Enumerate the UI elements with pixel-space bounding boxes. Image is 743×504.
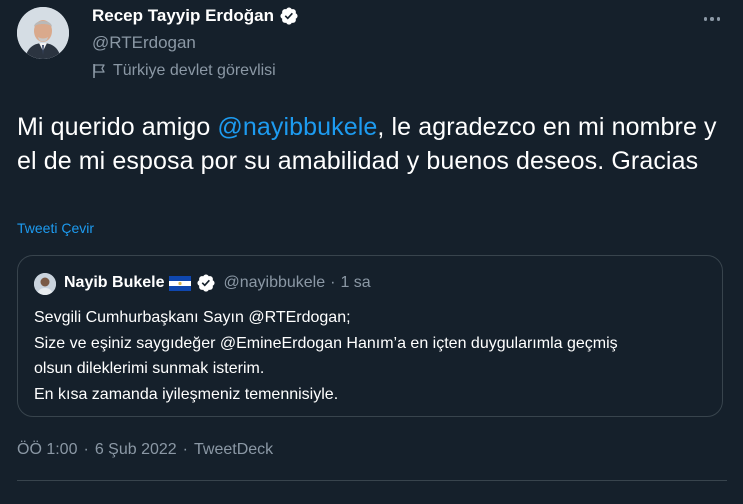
tweet-text: Mi querido amigo @nayibbukele, le agrade… xyxy=(17,111,717,178)
more-dot-icon xyxy=(710,17,714,21)
quoted-author-handle[interactable]: @nayibbukele xyxy=(223,274,325,292)
more-dot-icon xyxy=(716,17,721,21)
quoted-tweet-time[interactable]: 1 sa xyxy=(340,274,370,292)
quoted-tweet-text: Sevgili Cumhurbaşkanı Sayın @RTErdogan; … xyxy=(34,305,714,407)
more-dot-icon xyxy=(703,17,708,21)
tweet-source[interactable]: TweetDeck xyxy=(194,441,273,459)
quoted-avatar-portrait-icon xyxy=(34,273,56,295)
separator-dot: · xyxy=(83,441,89,458)
quoted-tweet-line: En kısa zamanda iyileşmeniz temennisiyle… xyxy=(34,385,339,403)
flag-outline-icon xyxy=(93,64,105,78)
separator-dot: · xyxy=(330,274,336,291)
divider xyxy=(17,480,727,481)
tweet-metadata: ÖÖ 1:00 · 6 Şub 2022 · TweetDeck xyxy=(17,441,273,459)
translate-tweet-link[interactable]: Tweeti Çevir xyxy=(17,220,94,236)
quoted-tweet-line: Sevgili Cumhurbaşkanı Sayın @RTErdogan; xyxy=(34,309,351,326)
tweet-time[interactable]: ÖÖ 1:00 xyxy=(17,441,77,459)
quoted-tweet[interactable]: Nayib Bukele @nayibbukele · 1 sa Sevgili… xyxy=(17,255,723,417)
quoted-tweet-line: olsun dileklerimi sunmak isterim. xyxy=(34,360,265,377)
government-label[interactable]: Türkiye devlet görevlisi xyxy=(92,62,276,80)
verified-badge-icon xyxy=(197,274,216,292)
author-handle[interactable]: @RTErdogan xyxy=(92,33,196,53)
government-label-text: Türkiye devlet görevlisi xyxy=(113,62,276,79)
mention-link[interactable]: @nayibbukele xyxy=(217,113,377,141)
separator-dot: · xyxy=(182,441,188,458)
tweet-date[interactable]: 6 Şub 2022 xyxy=(95,441,177,459)
tweet-text-start: Mi querido amigo xyxy=(17,113,218,141)
author-name-text[interactable]: Recep Tayyip Erdoğan xyxy=(92,6,274,26)
quoted-tweet-line: Size ve eşiniz saygıdeğer @EmineErdogan … xyxy=(34,334,618,352)
author-name[interactable]: Recep Tayyip Erdoğan xyxy=(92,6,299,26)
el-salvador-flag-icon xyxy=(169,275,192,291)
more-options-button[interactable] xyxy=(697,4,727,34)
author-avatar[interactable] xyxy=(17,7,69,59)
quoted-author-avatar[interactable] xyxy=(34,273,56,295)
quoted-tweet-header: Nayib Bukele @nayibbukele · 1 sa xyxy=(64,273,371,293)
quoted-author-name[interactable]: Nayib Bukele xyxy=(64,274,164,292)
avatar-portrait-icon xyxy=(17,7,69,59)
verified-badge-icon xyxy=(280,7,298,25)
